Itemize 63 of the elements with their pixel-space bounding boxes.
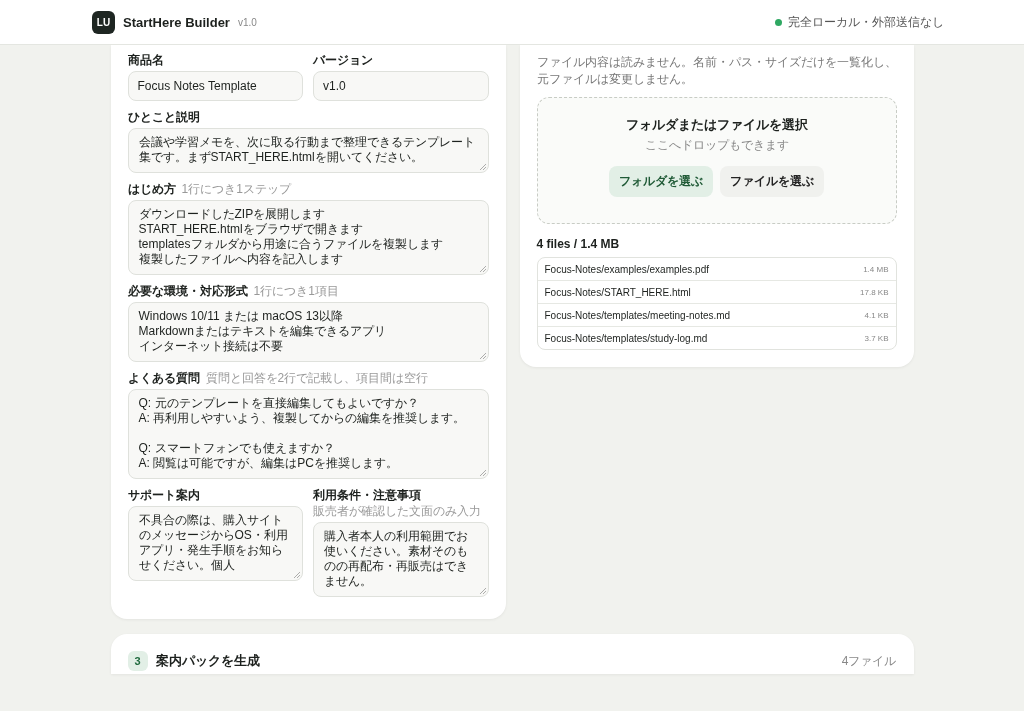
field-hint: 質問と回答を2行で記載し、項目間は空行 (205, 370, 429, 386)
field-label: 必要な環境・対応形式 (127, 284, 248, 298)
status-text: 完全ローカル・外部送信なし (788, 13, 944, 31)
text-line: Windows 10/11 または macOS 13以降 (138, 309, 344, 324)
text-line: インターネット接続は不要 (138, 339, 284, 354)
status-dot-icon (775, 18, 782, 26)
field-label: ひとこと説明 (127, 110, 200, 124)
field-label: 利用条件・注意事項 (313, 488, 421, 502)
field-hint: 販売者が確認した文面のみ入力 (313, 503, 481, 519)
text-line: templatesフォルダから用途に合うファイルを複製します (138, 237, 444, 252)
text-line: Markdownまたはテキストを編集できるアプリ (138, 324, 387, 339)
drop-zone-hint: ここへドロップもできます (644, 137, 789, 154)
field-label: サポート案内 (127, 488, 200, 502)
file-path: Focus-Notes/examples/examples.pdf (544, 263, 710, 275)
file-count: 4ファイル (841, 652, 897, 670)
text-area[interactable]: Windows 10/11 または macOS 13以降 Markdownまたはテキストを編集できるアプリ インターネット接続は不要 (127, 302, 489, 362)
field-hint: 1行につき1項目 (253, 283, 339, 299)
text-line: Q: 元のテンプレートを直接編集してもよいですか？ (138, 396, 420, 411)
text-line: 購入者本人の利用範囲でお使いください。素材そのものの再配布・再販売はできません。 (324, 529, 469, 589)
file-path: Focus-Notes/templates/study-log.md (544, 332, 708, 344)
file-size: 4.1 KB (864, 310, 889, 320)
input-field[interactable]: v1.0 (313, 71, 489, 101)
text-area[interactable]: 購入者本人の利用範囲でお使いください。素材そのものの再配布・再販売はできません。 (313, 522, 489, 597)
file-path: Focus-Notes/templates/meeting-notes.md (544, 309, 731, 321)
files-note: ファイル内容は読みません。名前・パス・サイズだけを一覧化し、元ファイルは変更しません。 (536, 54, 897, 88)
drop-zone[interactable]: フォルダまたはファイルを選択 ここへドロップもできます フォルダを選ぶ ファイルを選ぶ (536, 97, 897, 224)
resize-grip-icon[interactable] (479, 266, 486, 272)
step-title: 案内パックを生成 (155, 652, 260, 670)
choose-file-button[interactable]: ファイルを選ぶ (720, 166, 824, 197)
resize-grip-icon[interactable] (294, 572, 300, 578)
field-label: よくある質問 (127, 371, 200, 385)
file-size: 1.4 MB (863, 264, 889, 274)
step-number: 3 (127, 651, 148, 671)
text-area[interactable]: ダウンロードしたZIPを展開します START_HERE.htmlをブラウザで開きます templatesフォルダから用途に合うファイルを複製します 複製したファイルへ内容を記入します (127, 200, 489, 275)
text-line: 不具合の際は、購入サイトのメッセージからOS・利用アプリ・発生手順をお知らせください。個人 (138, 513, 289, 573)
field-hint: 1行につき1ステップ (181, 181, 291, 197)
text-line: 会議や学習メモを、次に取る行動まで整理できるテンプレート集です。まずSTART_HERE.htmlを開いてください。 (138, 135, 476, 165)
text-line: ダウンロードしたZIPを展開します (138, 207, 327, 222)
text-line: START_HERE.htmlをブラウザで開きます (138, 222, 364, 237)
text-line: Q: スマートフォンでも使えますか？ (138, 441, 336, 456)
app-title: StartHere Builder (123, 14, 230, 30)
input-field[interactable]: Focus Notes Template (127, 71, 303, 101)
drop-zone-title: フォルダまたはファイルを選択 (625, 116, 808, 134)
files-summary: 4 files / 1.4 MB (536, 237, 621, 251)
resize-grip-icon[interactable] (479, 470, 486, 476)
file-size: 17.8 KB (860, 287, 889, 297)
logo: LU (92, 10, 115, 34)
version-label: v1.0 (237, 16, 257, 28)
file-path: Focus-Notes/START_HERE.html (544, 286, 691, 298)
text-area[interactable]: 会議や学習メモを、次に取る行動まで整理できるテンプレート集です。まずSTART_HERE.htmlを開いてください。 (127, 128, 489, 173)
choose-folder-button[interactable]: フォルダを選ぶ (609, 166, 713, 197)
resize-grip-icon[interactable] (479, 353, 486, 359)
text-line: 複製したファイルへ内容を記入します (138, 252, 344, 267)
resize-grip-icon[interactable] (479, 588, 486, 594)
field-label: バージョン (313, 53, 373, 67)
field-label: 商品名 (127, 53, 164, 67)
text-area[interactable]: 不具合の際は、購入サイトのメッセージからOS・利用アプリ・発生手順をお知らせください。個人 (127, 506, 303, 581)
text-area[interactable]: Q: 元のテンプレートを直接編集してもよいですか？ A: 再利用しやすいよう、複製してからの編集を推奨します。 Q: スマートフォンでも使えますか？ A: 閲覧は可能ですが、編集はPCを推奨します。 (127, 389, 489, 479)
text-line: A: 閲覧は可能ですが、編集はPCを推奨します。 (138, 456, 399, 471)
field-label: はじめ方 (127, 182, 176, 196)
resize-grip-icon[interactable] (479, 164, 486, 170)
file-size: 3.7 KB (864, 333, 889, 343)
text-line: A: 再利用しやすいよう、複製してからの編集を推奨します。 (138, 411, 467, 426)
